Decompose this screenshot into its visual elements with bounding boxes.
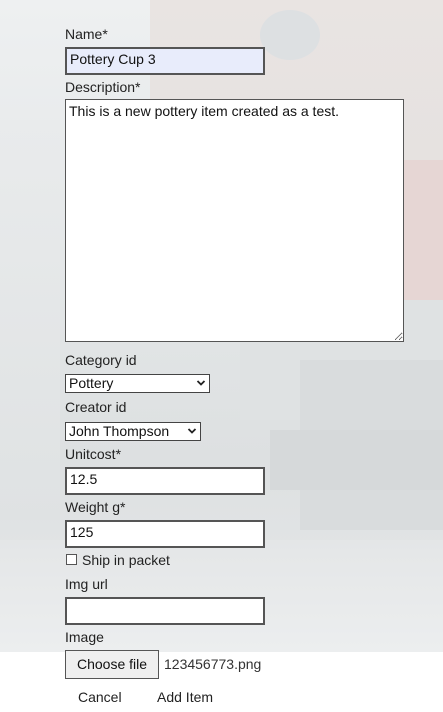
imgurl-input[interactable] [65, 597, 265, 625]
creator-label: Creator id [65, 399, 127, 415]
name-input[interactable]: Pottery Cup 3 [65, 47, 265, 75]
weight-label: Weight g* [65, 499, 126, 515]
category-select[interactable]: Pottery [65, 374, 210, 393]
creator-selected-value: John Thompson [69, 423, 170, 439]
weight-input[interactable]: 125 [65, 520, 265, 548]
category-label: Category id [65, 352, 137, 368]
selected-file-name: 123456773.png [164, 656, 262, 672]
unitcost-label: Unitcost* [65, 446, 122, 462]
unitcost-input[interactable]: 12.5 [65, 467, 265, 495]
description-label: Description* [65, 79, 141, 95]
creator-select[interactable]: John Thompson [65, 422, 201, 441]
chevron-down-icon [187, 428, 197, 434]
add-item-form: Name* Pottery Cup 3 Description* Categor… [0, 0, 443, 712]
ship-in-packet-label: Ship in packet [82, 552, 170, 568]
add-item-button[interactable]: Add Item [157, 689, 213, 705]
chevron-down-icon [196, 380, 206, 386]
choose-file-button[interactable]: Choose file [65, 650, 159, 679]
image-label: Image [65, 629, 104, 645]
imgurl-label: Img url [65, 576, 108, 592]
category-selected-value: Pottery [69, 375, 114, 391]
ship-in-packet-checkbox[interactable] [66, 554, 77, 565]
name-label: Name* [65, 26, 108, 42]
cancel-button[interactable]: Cancel [78, 689, 122, 705]
description-textarea[interactable] [65, 99, 404, 342]
